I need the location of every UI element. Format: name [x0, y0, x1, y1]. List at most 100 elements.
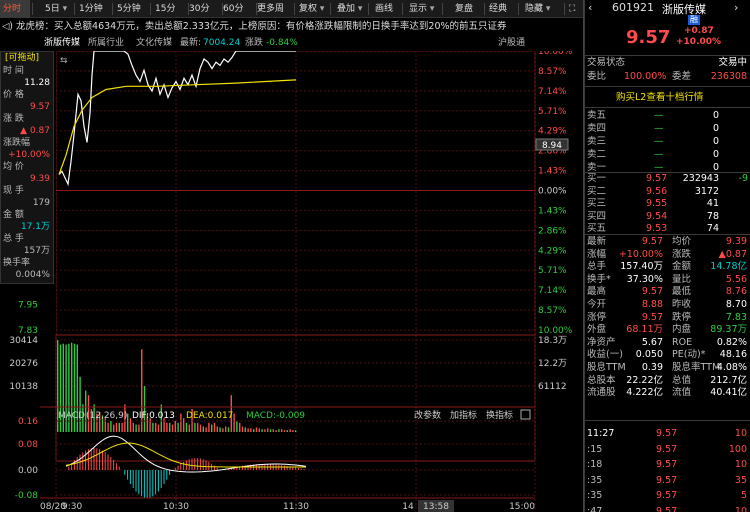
- drag-tag[interactable]: [可拖动]: [5, 53, 39, 64]
- volume-bar: [258, 428, 260, 432]
- toolbar-item-label: 显示: [409, 4, 428, 14]
- toolbar-item-11[interactable]: 显示 ▾: [406, 0, 440, 18]
- stat-value: 4.222亿: [626, 387, 663, 399]
- toolbar-separator: [330, 3, 331, 15]
- macd-button-0[interactable]: 改参数: [414, 409, 441, 421]
- toolbar-item-8[interactable]: 复权 ▾: [296, 0, 328, 18]
- volume-bar: [253, 429, 255, 432]
- stat-value-2: 0.82%: [716, 336, 747, 348]
- stat-label-2: 股息率TTM: [672, 362, 721, 373]
- status-label: 交易状态: [587, 57, 626, 68]
- volume-bar: [174, 420, 176, 432]
- bid-label: 买三: [587, 198, 607, 209]
- expand-icon[interactable]: ⇆: [60, 56, 68, 66]
- toolbar-item-5[interactable]: 30分钟: [186, 0, 220, 32]
- volume-value: 179: [32, 198, 50, 208]
- toolbar-item-12[interactable]: 复盘: [452, 0, 482, 18]
- stat-label-2: 量比: [672, 273, 692, 285]
- toolbar-separator: [484, 3, 485, 15]
- stat-value: 8.88: [641, 299, 663, 310]
- amount-value: 17.1万: [20, 222, 50, 232]
- volume-bar: [295, 430, 297, 432]
- volume-bar: [219, 427, 221, 432]
- tick-price: 9.57: [656, 505, 678, 512]
- quote-panel: ‹ 601921 浙版传媒 › 融 9.57 +0.87 +10.00% 交易状…: [583, 0, 750, 512]
- price-value: 9.57: [29, 102, 50, 112]
- trading-terminal: 分时 5日 ▾1分钟5分钟15分钟30分钟60分钟更多周期 ▾复权 ▾ 叠加 ▾ 画线…: [0, 0, 750, 512]
- index-change-value: -0.84%: [266, 38, 298, 48]
- stat-label: 今开: [587, 299, 607, 310]
- stat-label-2: 内盘: [672, 324, 692, 336]
- compare-label[interactable]: 沪股通: [498, 36, 525, 51]
- toolbar-item-3[interactable]: 5分钟: [114, 0, 148, 18]
- volume-bar: [143, 386, 146, 432]
- stat-value-2: 212.7亿: [710, 374, 747, 386]
- change-value: ▲ 0.87: [20, 126, 50, 136]
- volume-bar: [213, 422, 216, 432]
- stat-value-2: ▲0.87: [718, 248, 747, 260]
- wb-value: 100.00%: [624, 71, 667, 82]
- toolbar-separator: [294, 3, 295, 15]
- pct-axis-label: 5.71%: [538, 266, 567, 276]
- tick-row: :35 9.57 5: [584, 489, 750, 502]
- stat-row: 净资产 5.67 ROE 0.82%: [584, 336, 750, 349]
- stat-label: 涨停: [587, 311, 607, 323]
- time-axis-label: 10:30: [163, 502, 189, 512]
- volume-bar: [155, 422, 157, 432]
- stat-label: 流通股: [587, 387, 616, 399]
- wc-value: 236308: [710, 71, 747, 82]
- macd-close-icon[interactable]: [520, 409, 531, 420]
- stat-value: 5.67: [641, 336, 663, 348]
- macd-button-2[interactable]: 换指标: [486, 409, 513, 421]
- avg-label: 均 价: [3, 162, 24, 172]
- stat-label: 换手*: [587, 273, 611, 285]
- stat-value: 0.39: [641, 362, 663, 373]
- macd-axis-label: 0.16: [18, 417, 38, 427]
- toolbar-item-2[interactable]: 1分钟: [76, 0, 110, 18]
- bid-volume: 3172: [694, 185, 719, 197]
- divider: [584, 107, 750, 108]
- buy-l2-link[interactable]: 购买L2查看十档行情: [616, 91, 703, 104]
- stat-value: 157.40万: [620, 261, 663, 273]
- sector-label[interactable]: 文化传媒: [136, 36, 172, 51]
- wb-label: 委比: [587, 71, 607, 82]
- forward-arrow-icon[interactable]: ›: [734, 1, 738, 14]
- pct-axis-label: 1.43%: [538, 167, 567, 177]
- l2-link-row: 购买L2查看十档行情: [584, 91, 750, 104]
- total-volume-value: 157万: [23, 246, 50, 256]
- volume-axis-label: 10138: [9, 382, 38, 392]
- toolbar-item-10[interactable]: 画线: [372, 0, 400, 18]
- bid-price: 9.55: [646, 198, 668, 209]
- volume-bar: [79, 376, 81, 432]
- ask-row: 卖五 — 0: [584, 109, 750, 122]
- volume-bar: [264, 429, 266, 432]
- toolbar-item-0[interactable]: 分时: [0, 0, 30, 18]
- stat-row: 换手* 37.30% 量比 5.56: [584, 273, 750, 286]
- toolbar-item-7[interactable]: 更多周期 ▾: [254, 0, 292, 32]
- news-ticker[interactable]: ◁) 龙虎榜：买入总额4634万元，卖出总额2.333亿元，上榜原因：有价格涨跌…: [0, 18, 583, 36]
- total-volume-label: 总 手: [3, 234, 24, 244]
- volume-bar: [138, 424, 140, 432]
- volume-bar: [281, 429, 283, 432]
- toolbar-item-6[interactable]: 60分钟: [220, 0, 254, 32]
- pct-axis-label: 5.71%: [538, 107, 567, 117]
- macd-button-1[interactable]: 加指标: [450, 409, 477, 421]
- cursor-info-panel[interactable]: [可拖动] 时 间 11.28 价 格 9.57 涨 跌 ▲ 0.87 涨跌幅 …: [0, 51, 54, 284]
- toolbar-item-14[interactable]: 隐藏 ▾: [522, 0, 562, 18]
- ask-price: —: [654, 110, 664, 121]
- back-arrow-icon[interactable]: ‹: [588, 1, 592, 14]
- stat-row: 涨幅 +10.00% 涨跌 ▲0.87: [584, 248, 750, 261]
- toolbar-item-13[interactable]: 经典: [486, 0, 516, 18]
- volume-bar: [110, 420, 112, 432]
- stat-value: 9.57: [641, 286, 663, 298]
- stat-value-2: 40.41亿: [710, 387, 747, 399]
- toolbar-item-4[interactable]: 15分钟: [152, 0, 186, 32]
- fullscreen-icon[interactable]: ⛶: [566, 0, 582, 18]
- stat-value: 9.57: [641, 311, 663, 323]
- chart-canvas[interactable]: 10.00% 8.57% 7.14% 5.71% 4.29% 2.86% 1.43% 0.00…: [0, 51, 583, 512]
- bid-volume: 41: [706, 198, 719, 209]
- quote-change-pct: +10.00%: [676, 37, 722, 47]
- toolbar-item-9[interactable]: 叠加 ▾: [334, 0, 366, 18]
- toolbar-item-1[interactable]: 5日 ▾: [42, 0, 72, 18]
- pct-axis-label: 7.14%: [538, 286, 567, 296]
